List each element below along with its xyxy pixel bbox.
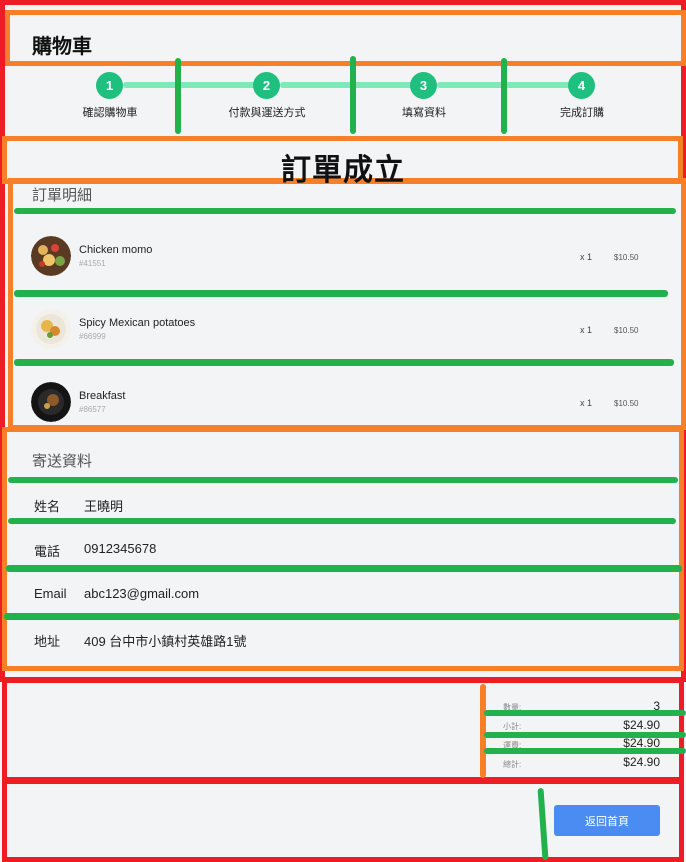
back-to-home-button[interactable]: 返回首頁 (554, 805, 660, 836)
name-divider (8, 518, 676, 524)
step-4-circle: 4 (568, 72, 595, 99)
item-3-image (31, 382, 71, 422)
email-value: abc123@gmail.com (84, 586, 200, 601)
item-2-divider (14, 359, 674, 366)
step-divider-2 (350, 56, 356, 134)
item-3-name: Breakfast (79, 390, 126, 402)
summary-total-label: 總計: (503, 760, 522, 769)
page-title: 購物車 (32, 36, 92, 58)
item-1-code: #41551 (79, 259, 106, 268)
step-3-label: 填寫資料 (402, 107, 446, 119)
item-2-code: #66999 (79, 332, 106, 341)
summary-divider-3 (484, 748, 686, 754)
item-2-image (31, 309, 71, 349)
order-details-heading: 訂單明細 (32, 187, 93, 204)
step-1-label: 確認購物車 (82, 107, 138, 119)
item-2-name: Spicy Mexican potatoes (79, 317, 196, 329)
shipping-heading-divider (8, 477, 678, 483)
address-label: 地址 (34, 634, 61, 649)
summary-divider-1 (484, 710, 686, 716)
item-2-price: $10.50 (614, 326, 639, 335)
item-2-qty: x 1 (580, 325, 593, 335)
item-1-qty: x 1 (580, 252, 593, 262)
phone-divider (6, 565, 682, 572)
shipping-heading: 寄送資料 (32, 453, 93, 470)
email-divider (4, 613, 680, 620)
item-1-divider (14, 290, 668, 297)
email-label: Email (34, 586, 67, 601)
item-3-qty: x 1 (580, 398, 593, 408)
phone-label: 電話 (34, 544, 61, 559)
item-3-code: #86577 (79, 405, 106, 414)
summary-divider (480, 684, 486, 778)
summary-subtotal-value: $24.90 (623, 718, 660, 732)
phone-value: 0912345678 (84, 541, 157, 556)
step-2-circle: 2 (253, 72, 280, 99)
item-1-price: $10.50 (614, 253, 639, 262)
order-heading-divider (14, 208, 676, 214)
step-3-circle: 3 (410, 72, 437, 99)
name-label: 姓名 (34, 499, 61, 514)
stepper-connector-1 (123, 82, 258, 88)
step-divider-3 (501, 58, 507, 134)
summary-total-value: $24.90 (623, 755, 660, 769)
order-success-title: 訂單成立 (281, 154, 405, 187)
stepper-connector-2 (280, 82, 415, 88)
step-2-label: 付款與運送方式 (228, 107, 306, 119)
item-3-price: $10.50 (614, 399, 639, 408)
step-divider-1 (175, 58, 181, 134)
summary-subtotal-label: 小計: (503, 722, 522, 731)
address-value: 409 台中市小鎮村英雄路1號 (84, 634, 247, 649)
header-frame (5, 10, 686, 66)
name-value: 王曉明 (84, 499, 124, 514)
item-1-name: Chicken momo (79, 244, 153, 256)
step-1-circle: 1 (96, 72, 123, 99)
step-4-label: 完成訂購 (560, 107, 604, 119)
item-1-image (31, 236, 71, 276)
